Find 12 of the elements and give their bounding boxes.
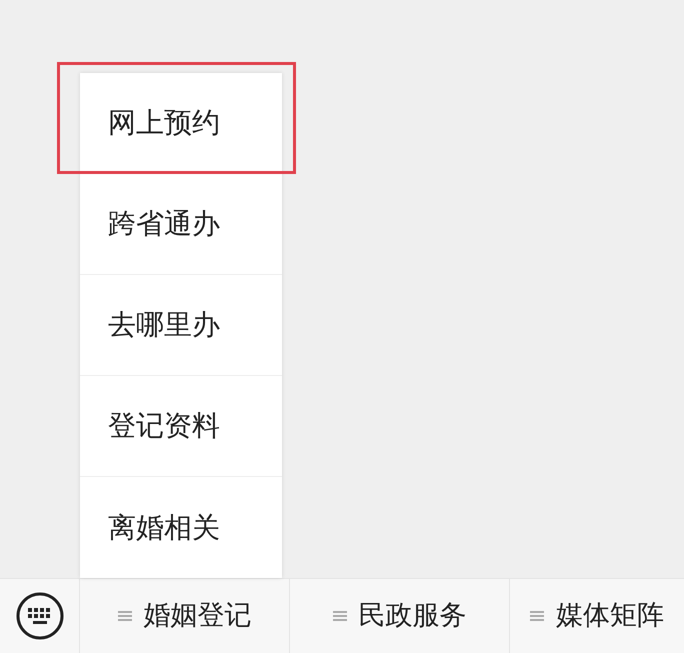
menu-button[interactable]: 媒体矩阵 [510, 579, 684, 653]
submenu-item[interactable]: 网上预约 [80, 73, 282, 174]
submenu-item[interactable]: 跨省通办 [80, 174, 282, 275]
submenu-item[interactable]: 登记资料 [80, 376, 282, 477]
menu-button[interactable]: 民政服务 [290, 579, 510, 653]
menu-icon [118, 610, 132, 622]
menu-icon [530, 610, 544, 622]
menu-icon [332, 610, 346, 622]
menu-button[interactable]: 婚姻登记 [80, 579, 290, 653]
keyboard-icon[interactable] [14, 591, 64, 641]
submenu-item[interactable]: 去哪里办 [80, 275, 282, 376]
submenu-item[interactable]: 离婚相关 [80, 477, 282, 578]
